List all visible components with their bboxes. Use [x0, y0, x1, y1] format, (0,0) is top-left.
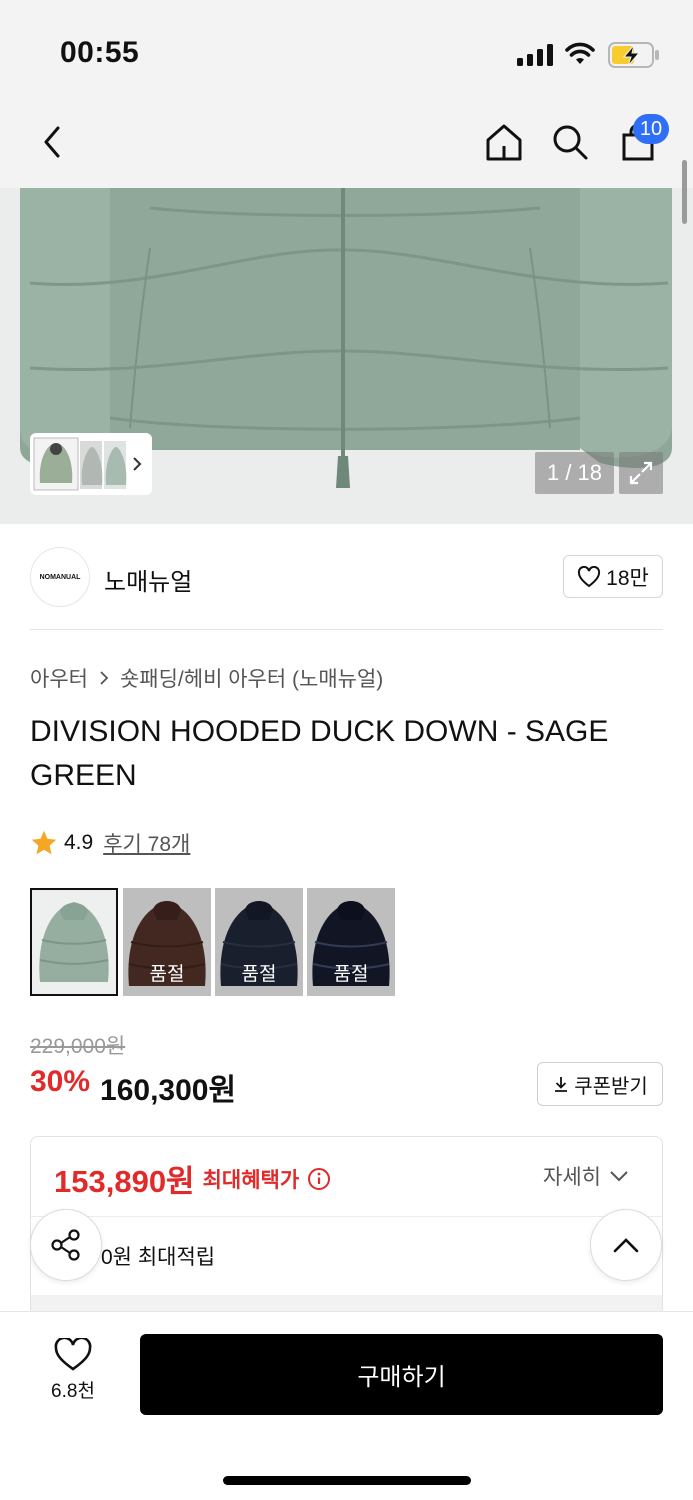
chevron-up-icon — [613, 1238, 639, 1253]
brand-name[interactable]: 노매뉴얼 — [104, 562, 192, 597]
scroll-top-button[interactable] — [590, 1209, 662, 1281]
chevron-left-icon — [44, 126, 60, 158]
image-counter: 1 / 18 — [535, 452, 614, 494]
home-icon — [486, 124, 522, 161]
back-button[interactable] — [28, 118, 76, 166]
chevron-down-icon — [610, 1171, 628, 1182]
sold-out-label: 품절 — [307, 888, 395, 996]
color-swatch-black[interactable]: 품절 — [307, 888, 395, 996]
info-icon[interactable] — [307, 1167, 331, 1191]
download-icon — [555, 1077, 568, 1092]
detail-label: 자세히 — [543, 1166, 601, 1189]
thumbnail-preview — [33, 437, 142, 491]
max-benefit-row: 153,890원 최대혜택가 — [54, 1156, 331, 1201]
swatch-image — [32, 890, 116, 994]
breadcrumb: 아우터 숏패딩/헤비 아우터 (노매뉴얼) — [30, 663, 383, 693]
expand-icon — [629, 461, 653, 485]
divider — [30, 629, 663, 630]
divider — [31, 1216, 662, 1217]
breadcrumb-subcategory[interactable]: 숏패딩/헤비 아우터 (노매뉴얼) — [120, 663, 383, 693]
rating-value: 4.9 — [64, 831, 94, 854]
battery-charging-icon — [608, 42, 659, 68]
detail-toggle[interactable]: 자세히 — [543, 1161, 629, 1191]
sold-out-label: 품절 — [215, 888, 303, 996]
search-icon — [553, 125, 588, 160]
status-time: 00:55 — [60, 36, 140, 69]
brand-logo[interactable]: NOMANUAL — [30, 547, 90, 607]
product-title: DIVISION HOODED DUCK DOWN - SAGE GREEN — [30, 715, 609, 792]
breadcrumb-category[interactable]: 아우터 — [30, 663, 88, 693]
brand-like-count: 18만 — [606, 566, 649, 590]
color-swatch-brown[interactable]: 품절 — [123, 888, 211, 996]
home-indicator — [223, 1476, 471, 1485]
original-price: 229,000원 — [30, 1035, 126, 1058]
points-text: 0원 최대적립 — [101, 1246, 216, 1269]
color-swatch-sage[interactable] — [30, 888, 118, 996]
top-nav — [0, 100, 693, 188]
sale-price-row: 30% 160,300원 — [30, 1065, 236, 1109]
max-benefit-price: 153,890원 — [54, 1164, 195, 1199]
page-scrollbar[interactable] — [682, 160, 687, 224]
search-button[interactable] — [546, 118, 594, 166]
home-button[interactable] — [480, 118, 528, 166]
wifi-icon — [565, 42, 595, 64]
color-swatch-navy[interactable]: 품절 — [215, 888, 303, 996]
buy-button[interactable]: 구매하기 — [140, 1334, 663, 1415]
star-icon — [31, 830, 57, 855]
share-icon — [51, 1229, 80, 1261]
cart-count-badge: 10 — [633, 114, 669, 144]
cellular-signal-icon — [517, 44, 553, 66]
heart-outline-icon — [578, 565, 601, 587]
heart-outline-icon — [54, 1338, 92, 1371]
wish-button[interactable]: 6.8천 — [30, 1338, 116, 1412]
coupon-label: 쿠폰받기 — [574, 1075, 648, 1098]
expand-image-button[interactable] — [619, 452, 663, 494]
gallery-thumbnail-strip[interactable] — [30, 433, 152, 495]
discount-rate: 30% — [30, 1065, 91, 1098]
wish-count: 6.8천 — [51, 1381, 95, 1402]
status-bar: 00:55 — [0, 0, 693, 100]
sold-out-label: 품절 — [123, 888, 211, 996]
sale-price: 160,300원 — [100, 1074, 237, 1107]
coupon-button[interactable]: 쿠폰받기 — [537, 1062, 663, 1106]
brand-like-button[interactable]: 18만 — [563, 555, 663, 598]
chevron-right-icon — [100, 671, 109, 685]
review-link[interactable]: 후기 78개 — [103, 828, 190, 858]
max-benefit-label: 최대혜택가 — [202, 1168, 300, 1192]
benefit-footer — [31, 1295, 662, 1311]
rating-row: 4.9 후기 78개 — [30, 828, 190, 858]
share-button[interactable] — [30, 1209, 102, 1281]
